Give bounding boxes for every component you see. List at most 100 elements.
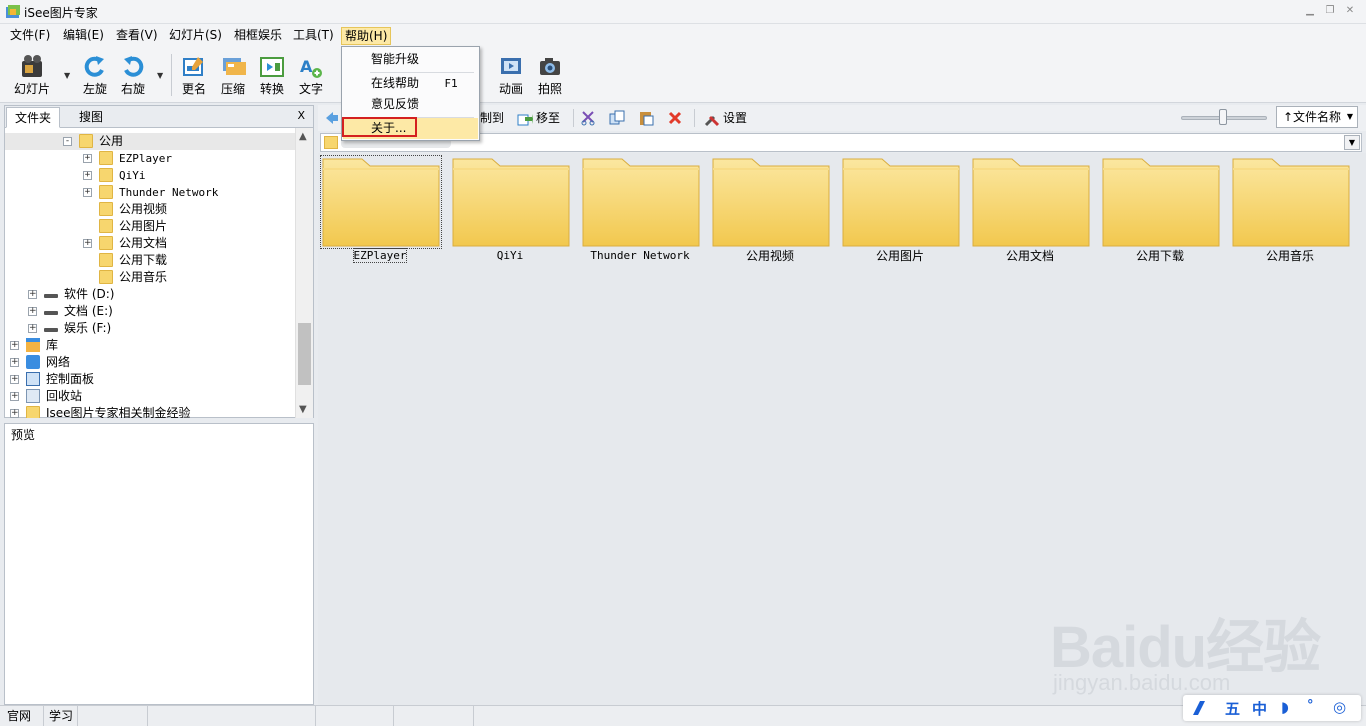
- scrollbar-thumb[interactable]: [298, 323, 311, 385]
- statusbar-official-site[interactable]: 官网: [2, 706, 44, 726]
- tab-search-images[interactable]: 搜图: [71, 107, 111, 128]
- move-to-label: 移至: [536, 111, 561, 125]
- ime-moon-icon[interactable]: ◗: [1281, 698, 1289, 716]
- zoom-slider-thumb[interactable]: [1219, 109, 1227, 125]
- menu-slideshow[interactable]: 幻灯片(S): [166, 27, 225, 45]
- convert-button[interactable]: 转换: [254, 50, 290, 100]
- tree-item[interactable]: + QiYi: [5, 167, 295, 184]
- menu-edit[interactable]: 编辑(E): [60, 27, 107, 45]
- menu-file[interactable]: 文件(F): [7, 27, 53, 45]
- expand-icon[interactable]: +: [28, 307, 37, 316]
- delete-icon[interactable]: [667, 110, 683, 126]
- slideshow-dropdown-icon[interactable]: ▼: [64, 71, 70, 80]
- back-arrow-icon[interactable]: [324, 110, 340, 126]
- statusbar-learn[interactable]: 学习: [44, 706, 78, 726]
- path-folder-icon: [324, 136, 338, 149]
- expand-icon[interactable]: +: [10, 358, 19, 367]
- tree-item[interactable]: + 公用文档: [5, 235, 295, 252]
- panel-close-button[interactable]: X: [297, 109, 305, 122]
- tree-item[interactable]: + 娱乐 (F:): [5, 320, 295, 337]
- tree-item[interactable]: + 文档 (E:): [5, 303, 295, 320]
- folder-thumbnail[interactable]: EZPlayer: [318, 155, 442, 263]
- settings-button[interactable]: 设置: [704, 108, 747, 128]
- tree-item[interactable]: + 控制面板: [5, 371, 295, 388]
- menu-frame-fun[interactable]: 相框娱乐: [231, 27, 285, 45]
- tree-item[interactable]: + Isee图片专家相关制金经验: [5, 405, 295, 418]
- camera-button[interactable]: 拍照: [532, 50, 568, 100]
- tree-item[interactable]: + 库: [5, 337, 295, 354]
- close-icon[interactable]: ✕: [1344, 5, 1356, 17]
- expand-icon[interactable]: +: [10, 409, 19, 418]
- expand-icon[interactable]: +: [10, 341, 19, 350]
- expand-icon[interactable]: +: [28, 324, 37, 333]
- tree-item[interactable]: + 回收站: [5, 388, 295, 405]
- compress-button[interactable]: 压缩: [215, 50, 251, 100]
- rotate-right-button[interactable]: 右旋: [115, 50, 151, 100]
- menu-item-smart-upgrade[interactable]: 智能升级: [343, 49, 478, 70]
- animation-button[interactable]: 动画: [493, 50, 529, 100]
- copy-to-button[interactable]: 制到: [480, 108, 504, 128]
- rotate-dropdown-icon[interactable]: ▼: [157, 71, 163, 80]
- restore-icon[interactable]: ❐: [1324, 5, 1336, 17]
- folder-thumbnail[interactable]: QiYi: [448, 155, 572, 263]
- large-folder-icon: [1232, 158, 1350, 247]
- animation-label: 动画: [498, 82, 523, 96]
- folder-thumbnail[interactable]: 公用音乐: [1228, 155, 1352, 263]
- ime-settings-icon[interactable]: ◎: [1333, 698, 1346, 716]
- tree-item[interactable]: + 网络: [5, 354, 295, 371]
- tree-item[interactable]: 公用视频: [5, 201, 295, 218]
- tree-item[interactable]: + Thunder Network: [5, 184, 295, 201]
- menu-item-online-help[interactable]: 在线帮助 F1: [343, 73, 478, 94]
- text-button[interactable]: A 文字: [293, 50, 329, 100]
- paste-icon[interactable]: [638, 110, 654, 126]
- folder-thumbnail-label: QiYi: [496, 249, 524, 262]
- move-to-button[interactable]: 移至: [517, 108, 560, 128]
- expand-icon[interactable]: +: [28, 290, 37, 299]
- expand-icon[interactable]: +: [83, 154, 92, 163]
- tree-scrollbar[interactable]: ▲ ▼: [295, 128, 313, 418]
- expand-icon[interactable]: +: [83, 239, 92, 248]
- scroll-up-icon[interactable]: ▲: [299, 131, 307, 142]
- rename-button[interactable]: 更名: [176, 50, 212, 100]
- folder-thumbnail[interactable]: 公用图片: [838, 155, 962, 263]
- menu-view[interactable]: 查看(V): [113, 27, 161, 45]
- tree-item[interactable]: 公用下载: [5, 252, 295, 269]
- slideshow-button[interactable]: 幻灯片: [12, 50, 52, 100]
- tree-item[interactable]: 公用音乐: [5, 269, 295, 286]
- collapse-icon[interactable]: -: [63, 137, 72, 146]
- folder-thumbnail[interactable]: Thunder Network: [578, 155, 702, 263]
- sort-select[interactable]: ↑文件名称 ▼: [1276, 106, 1358, 128]
- expand-icon[interactable]: +: [83, 171, 92, 180]
- rotate-left-icon: [84, 56, 104, 77]
- rotate-left-button[interactable]: 左旋: [77, 50, 113, 100]
- path-dropdown-icon[interactable]: ▼: [1344, 135, 1360, 150]
- scroll-down-icon[interactable]: ▼: [299, 404, 307, 415]
- expand-icon[interactable]: +: [10, 392, 19, 401]
- chevron-down-icon: ▼: [1346, 112, 1353, 121]
- menu-help[interactable]: 帮助(H): [341, 27, 392, 45]
- minimize-icon[interactable]: ▁: [1304, 5, 1316, 17]
- tree-item[interactable]: + EZPlayer: [5, 150, 295, 167]
- tab-folders[interactable]: 文件夹: [6, 107, 61, 128]
- folder-thumbnail[interactable]: 公用视频: [708, 155, 832, 263]
- folder-thumbnail[interactable]: 公用文档: [968, 155, 1092, 263]
- folder-thumbnail-label: 公用音乐: [1265, 249, 1314, 263]
- ime-punct-icon[interactable]: °: [1307, 698, 1314, 713]
- menu-tools[interactable]: 工具(T): [290, 27, 337, 45]
- statusbar-cell: [148, 706, 316, 726]
- menu-bar: 文件(F) 编辑(E) 查看(V) 幻灯片(S) 相框娱乐 工具(T) 帮助(H…: [0, 24, 1366, 46]
- cut-icon[interactable]: [580, 110, 596, 126]
- tree-item[interactable]: 公用图片: [5, 218, 295, 235]
- copy-icon[interactable]: [609, 110, 625, 126]
- ime-wubi[interactable]: 五: [1225, 698, 1240, 719]
- ime-logo-icon[interactable]: [1191, 700, 1207, 716]
- menu-item-feedback[interactable]: 意见反馈: [343, 94, 478, 115]
- tree-item[interactable]: + 软件 (D:): [5, 286, 295, 303]
- folder-thumbnail[interactable]: 公用下载: [1098, 155, 1222, 263]
- tree-item[interactable]: - 公用: [5, 133, 295, 150]
- expand-icon[interactable]: +: [83, 188, 92, 197]
- folder-thumbnail-label: EZPlayer: [352, 248, 408, 263]
- ime-chinese-mode[interactable]: 中: [1252, 698, 1267, 719]
- expand-icon[interactable]: +: [10, 375, 19, 384]
- tree-item-label: 娱乐 (F:): [64, 321, 112, 335]
